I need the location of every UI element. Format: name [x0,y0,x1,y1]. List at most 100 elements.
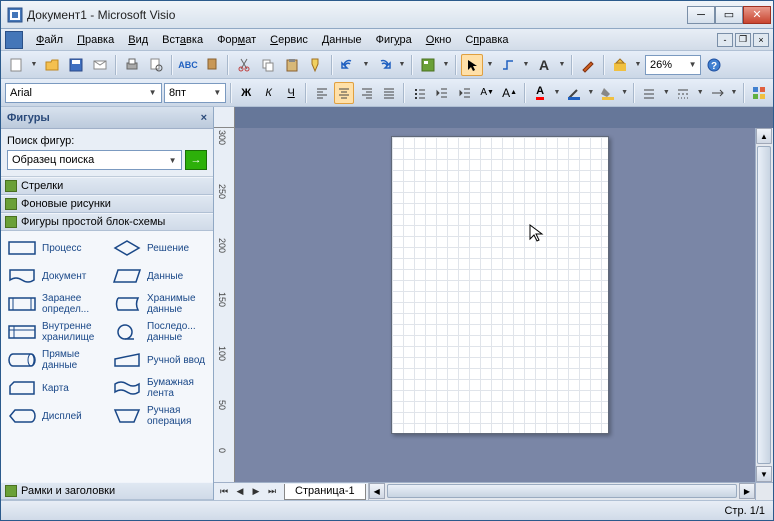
ink-tool-button[interactable] [577,54,599,76]
search-dropdown[interactable]: ▼ [166,156,179,165]
fill-color-dropdown[interactable]: ▼ [620,89,629,96]
shapes-window-button[interactable] [417,54,439,76]
fill-button[interactable] [609,54,631,76]
shape-internal[interactable]: Внутренне хранилище [3,319,106,345]
search-go-button[interactable]: → [185,150,207,170]
line-ends-button[interactable] [707,82,727,104]
line-weight-dropdown[interactable]: ▼ [662,89,671,96]
format-painter-button[interactable] [305,54,327,76]
scroll-right-button[interactable]: ▶ [739,483,755,499]
mdi-minimize[interactable]: - [717,33,733,47]
align-center-button[interactable] [334,82,355,104]
scroll-up-button[interactable]: ▲ [756,128,772,144]
scroll-down-button[interactable]: ▼ [756,466,772,482]
size-input[interactable] [169,87,212,99]
font-input[interactable] [10,87,146,99]
shape-tape[interactable]: Бумажная лента [108,375,211,401]
mdi-close[interactable]: × [753,33,769,47]
undo-dropdown[interactable]: ▼ [361,61,371,68]
pointer-dropdown[interactable]: ▼ [485,61,495,68]
open-button[interactable] [41,54,63,76]
menu-data[interactable]: Данные [315,32,369,48]
shape-predefined[interactable]: Заранее определ... [3,291,106,317]
increase-font-button[interactable]: A▲ [499,82,519,104]
font-dropdown[interactable]: ▼ [146,88,159,97]
line-ends-dropdown[interactable]: ▼ [729,89,738,96]
horizontal-scrollbar[interactable]: ◀ ▶ [368,483,755,500]
new-button[interactable] [5,54,27,76]
bullets-button[interactable] [409,82,429,104]
line-weight-button[interactable] [639,82,659,104]
undo-button[interactable] [337,54,359,76]
cut-button[interactable] [233,54,255,76]
minimize-button[interactable]: ─ [687,6,715,24]
size-dropdown[interactable]: ▼ [212,88,223,97]
last-page-button[interactable]: ⏭ [264,485,280,499]
connector-dropdown[interactable]: ▼ [521,61,531,68]
shape-manual-input[interactable]: Ручной ввод [108,347,211,373]
decrease-indent-button[interactable] [432,82,452,104]
bold-button[interactable]: Ж [236,82,256,104]
theme-button[interactable] [749,82,769,104]
vertical-scrollbar[interactable]: ▲ ▼ [755,128,773,482]
menu-help[interactable]: Справка [458,32,515,48]
underline-button[interactable]: Ч [281,82,301,104]
zoom-dropdown[interactable]: ▼ [687,60,698,69]
increase-indent-button[interactable] [454,82,474,104]
menu-service[interactable]: Сервис [263,32,315,48]
shape-stored[interactable]: Хранимые данные [108,291,211,317]
first-page-button[interactable]: ⏮ [216,485,232,499]
redo-dropdown[interactable]: ▼ [397,61,407,68]
scroll-thumb-v[interactable] [757,146,771,464]
shapes-panel-close[interactable]: × [201,112,207,124]
pointer-tool-button[interactable] [461,54,483,76]
visio-icon[interactable] [5,31,23,49]
shapes-dropdown[interactable]: ▼ [441,61,451,68]
shape-data[interactable]: Данные [108,263,211,289]
text-dropdown[interactable]: ▼ [557,61,567,68]
email-button[interactable] [89,54,111,76]
fill-dropdown[interactable]: ▼ [633,61,643,68]
menu-view[interactable]: Вид [121,32,155,48]
decrease-font-button[interactable]: A▼ [477,82,497,104]
line-color-dropdown[interactable]: ▼ [586,89,595,96]
size-combo[interactable]: ▼ [164,83,226,103]
scroll-left-button[interactable]: ◀ [369,483,385,499]
font-color-button[interactable]: A [530,82,550,104]
menu-edit[interactable]: Правка [70,32,121,48]
menu-shape[interactable]: Фигура [369,32,419,48]
italic-button[interactable]: К [258,82,278,104]
print-button[interactable] [121,54,143,76]
shape-process[interactable]: Процесс [3,235,106,261]
maximize-button[interactable]: ▭ [715,6,743,24]
redo-button[interactable] [373,54,395,76]
save-button[interactable] [65,54,87,76]
next-page-button[interactable]: ▶ [248,485,264,499]
stencil-backgrounds[interactable]: Фоновые рисунки [1,195,213,213]
help-button[interactable]: ? [703,54,725,76]
align-justify-button[interactable] [379,82,399,104]
menu-format[interactable]: Формат [210,32,263,48]
shape-sequential[interactable]: Последо... данные [108,319,211,345]
shape-search-input[interactable] [12,154,166,166]
shape-card[interactable]: Карта [3,375,106,401]
zoom-input[interactable] [650,59,687,71]
research-button[interactable] [201,54,223,76]
shape-display[interactable]: Дисплей [3,403,106,429]
connector-tool-button[interactable] [497,54,519,76]
shape-decision[interactable]: Решение [108,235,211,261]
stencil-frames[interactable]: Рамки и заголовки [1,482,213,500]
vertical-ruler[interactable]: 300 250 200 150 100 50 0 [214,128,235,482]
spellcheck-button[interactable]: ABC [177,54,199,76]
line-color-button[interactable] [564,82,584,104]
line-pattern-dropdown[interactable]: ▼ [696,89,705,96]
fill-color-button[interactable] [597,82,617,104]
prev-page-button[interactable]: ◀ [232,485,248,499]
shape-document[interactable]: Документ [3,263,106,289]
drawing-canvas[interactable] [235,128,755,482]
menu-file[interactable]: Файл [29,32,70,48]
menu-insert[interactable]: Вставка [155,32,210,48]
scroll-thumb-h[interactable] [387,484,737,498]
new-dropdown[interactable]: ▼ [29,61,39,68]
close-button[interactable]: ✕ [743,6,771,24]
